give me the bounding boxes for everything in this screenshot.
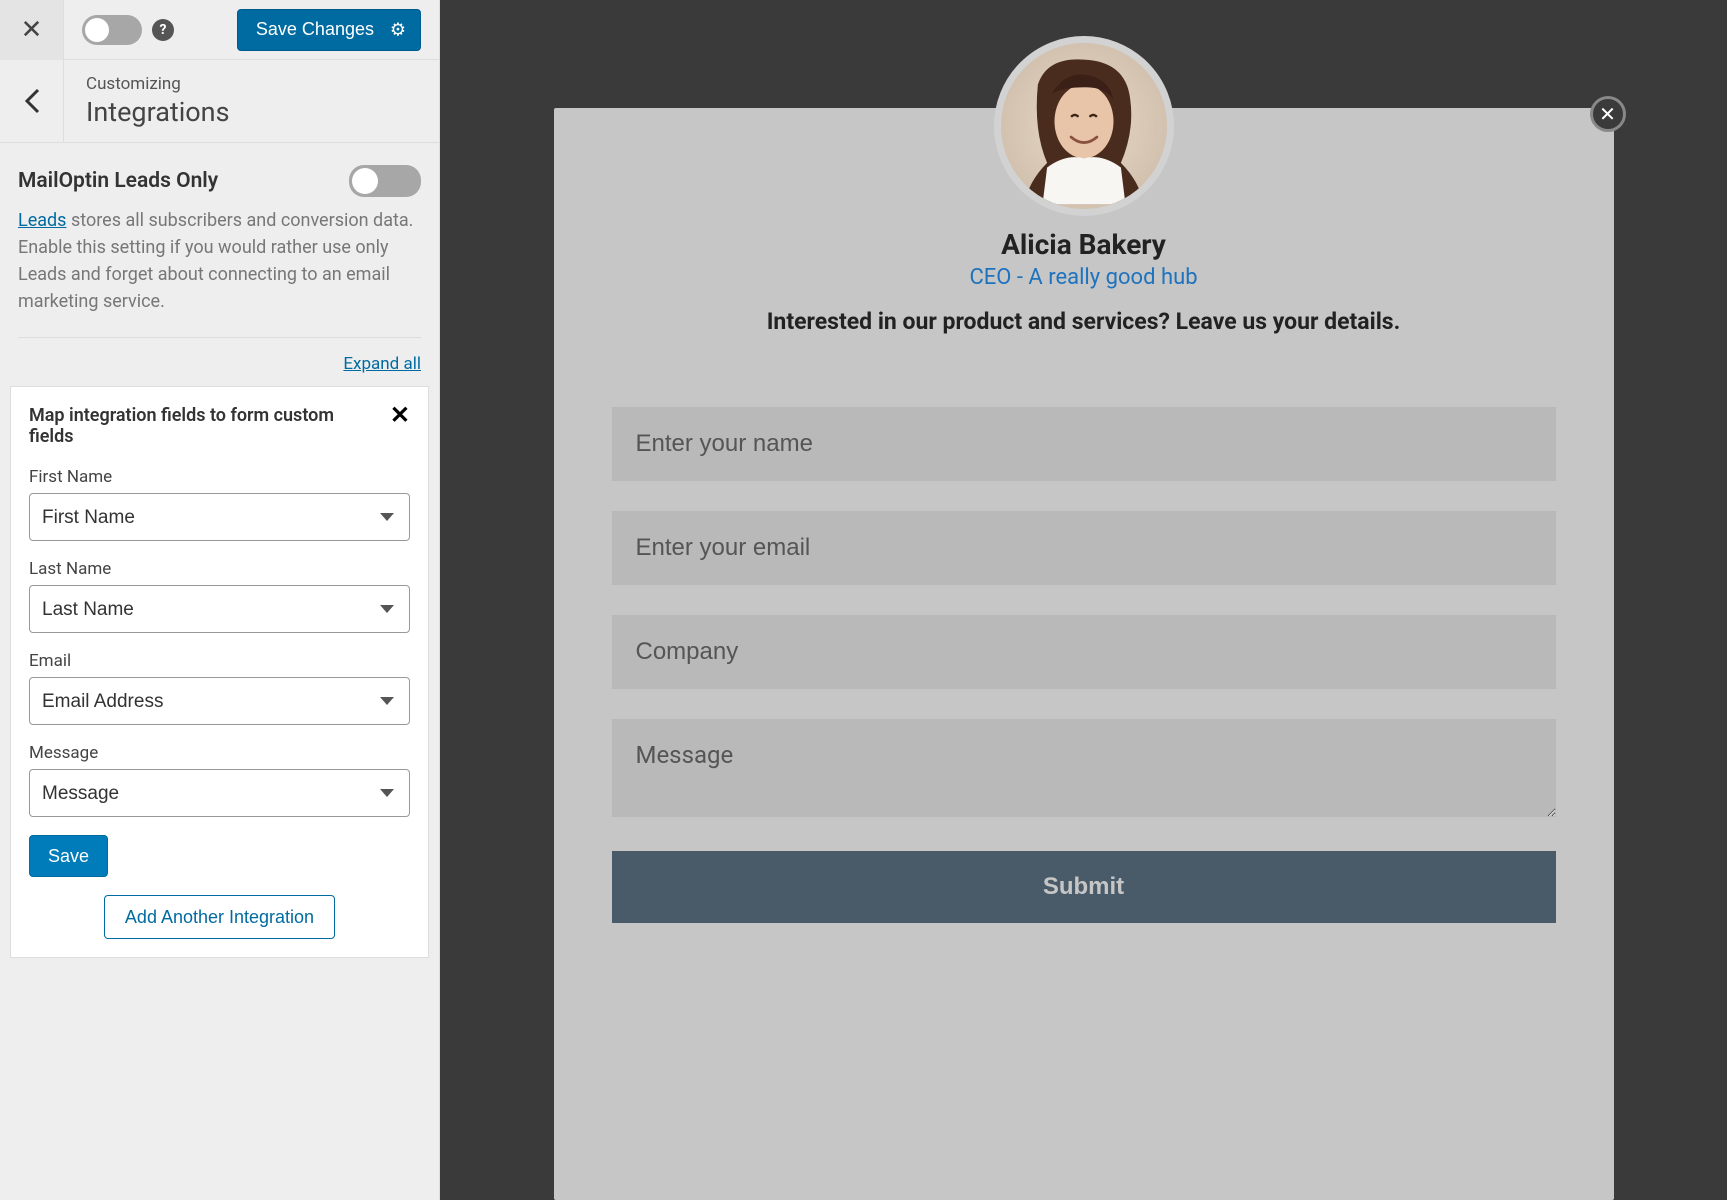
help-icon[interactable]: ? [152,19,174,41]
expand-all-link[interactable]: Expand all [18,354,421,374]
section-body: MailOptin Leads Only Leads stores all su… [0,143,439,980]
panel-close-icon[interactable]: ✕ [390,401,410,429]
optin-modal: ✕ Alicia Bakery CEO - [554,108,1614,1200]
avatar [994,36,1174,216]
person-subtitle: CEO - A really good hub [612,265,1556,290]
leads-description: Leads stores all subscribers and convers… [18,207,421,315]
company-input[interactable] [612,615,1556,689]
panel-title: Map integration fields to form custom fi… [29,405,410,447]
email-input[interactable] [612,511,1556,585]
select-wrap-first-name: First Name [29,493,410,541]
field-label-first-name: First Name [29,467,410,487]
customizer-sidebar: ✕ ? Save Changes ⚙ Customizing Integrati… [0,0,440,1200]
add-integration-button[interactable]: Add Another Integration [104,895,335,939]
select-wrap-last-name: Last Name [29,585,410,633]
field-label-email: Email [29,651,410,671]
leads-description-text: stores all subscribers and conversion da… [18,210,413,312]
publish-toggle[interactable] [82,15,142,45]
save-changes-button[interactable]: Save Changes ⚙ [237,9,421,51]
divider [18,337,421,338]
prompt-text: Interested in our product and services? … [612,308,1556,335]
first-name-select[interactable]: First Name [29,493,410,541]
topbar: ✕ ? Save Changes ⚙ [0,0,439,60]
leads-row: MailOptin Leads Only [18,165,421,197]
name-input[interactable] [612,407,1556,481]
gear-icon: ⚙ [390,19,406,40]
back-icon[interactable] [0,60,64,142]
email-select[interactable]: Email Address [29,677,410,725]
person-name: Alicia Bakery [612,228,1556,261]
section-title: Integrations [86,96,230,128]
select-wrap-message: Message [29,769,410,817]
leads-title: MailOptin Leads Only [18,169,218,193]
submit-button[interactable]: Submit [612,851,1556,923]
mapping-panel: ✕ Map integration fields to form custom … [10,386,429,958]
leads-toggle[interactable] [349,165,421,197]
field-label-last-name: Last Name [29,559,410,579]
message-select[interactable]: Message [29,769,410,817]
select-wrap-email: Email Address [29,677,410,725]
breadcrumb-row: Customizing Integrations [0,60,439,143]
close-icon[interactable]: ✕ [0,0,64,60]
message-input[interactable] [612,719,1556,817]
save-button[interactable]: Save [29,835,108,877]
field-label-message: Message [29,743,410,763]
modal-close-icon[interactable]: ✕ [1590,96,1626,132]
breadcrumb: Customizing Integrations [64,60,230,142]
person-section: Alicia Bakery CEO - A really good hub [612,228,1556,290]
preview-area: ✕ Alicia Bakery CEO - [440,0,1727,1200]
last-name-select[interactable]: Last Name [29,585,410,633]
leads-link[interactable]: Leads [18,210,66,231]
save-changes-label: Save Changes [256,19,374,39]
customizing-label: Customizing [86,74,230,94]
publish-toggle-wrap: ? [64,15,174,45]
